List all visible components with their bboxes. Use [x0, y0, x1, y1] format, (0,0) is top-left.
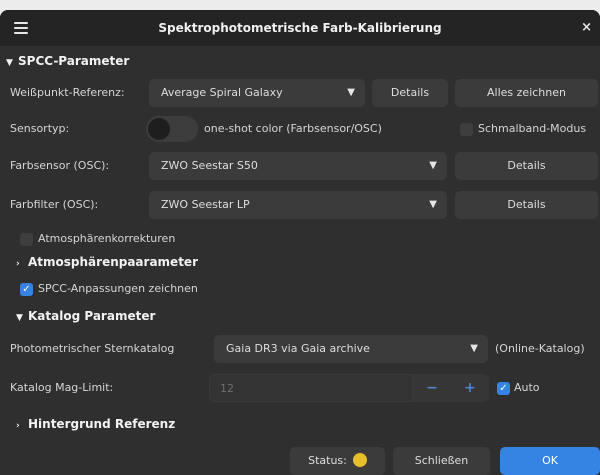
mag-limit-label: Katalog Mag-Limit:: [10, 381, 114, 394]
photometric-catalog-value: Gaia DR3 via Gaia archive: [226, 342, 370, 355]
spcc-parameter-section-header[interactable]: ▼ SPCC-Parameter: [6, 54, 129, 68]
status-button[interactable]: Status:: [290, 447, 385, 475]
color-filter-value: ZWO Seestar LP: [161, 198, 250, 211]
window-title: Spektrophotometrische Farb-Kalibrierung: [158, 21, 442, 35]
chevron-down-icon: ▼: [6, 58, 13, 68]
chevron-down-icon: ▼: [429, 160, 437, 171]
chevron-right-icon: ›: [16, 421, 20, 431]
mag-limit-input[interactable]: 12: [209, 374, 413, 402]
atmos-parameter-section-header[interactable]: › Atmosphärenpaarameter: [16, 255, 198, 269]
color-filter-dropdown[interactable]: ZWO Seestar LP ▼: [149, 191, 447, 219]
status-indicator-icon: [352, 453, 367, 467]
white-ref-label: Weißpunkt-Referenz:: [10, 86, 125, 99]
dialog-window: Spektrophotometrische Farb-Kalibrierung …: [0, 10, 600, 475]
sensor-type-value: one-shot color (Farbsensor/OSC): [204, 122, 382, 135]
photometric-catalog-dropdown[interactable]: Gaia DR3 via Gaia archive ▼: [214, 335, 488, 363]
white-ref-dropdown[interactable]: Average Spiral Galaxy ▼: [149, 79, 365, 107]
status-label: Status:: [308, 454, 347, 467]
auto-label: Auto: [514, 381, 540, 394]
auto-checkbox[interactable]: ✓: [497, 382, 510, 395]
close-icon[interactable]: ×: [581, 10, 592, 46]
toggle-knob: [148, 118, 170, 140]
online-catalog-note: (Online-Katalog): [495, 342, 585, 355]
chevron-down-icon: ▼: [347, 87, 355, 98]
chevron-right-icon: ›: [16, 259, 20, 269]
color-sensor-label: Farbsensor (OSC):: [10, 159, 110, 172]
sensor-type-label: Sensortyp:: [10, 122, 70, 135]
color-sensor-dropdown[interactable]: ZWO Seestar S50 ▼: [149, 152, 447, 180]
atmospheric-corrections-label: Atmosphärenkorrekturen: [38, 232, 176, 245]
close-button[interactable]: Schließen: [393, 447, 490, 475]
sensor-type-toggle[interactable]: [146, 116, 198, 142]
narrowband-mode-label: Schmalband-Modus: [478, 122, 587, 135]
photometric-catalog-label: Photometrischer Sternkatalog: [10, 342, 175, 355]
mag-limit-increment-button[interactable]: +: [451, 374, 489, 402]
catalog-parameter-section-header[interactable]: ▼ Katalog Parameter: [16, 309, 155, 323]
white-ref-value: Average Spiral Galaxy: [161, 86, 283, 99]
narrowband-mode-checkbox[interactable]: [460, 123, 473, 136]
atmos-section-title: Atmosphärenpaarameter: [28, 255, 198, 269]
plot-adjustments-checkbox[interactable]: ✓: [20, 283, 33, 296]
ok-button[interactable]: OK: [500, 447, 600, 475]
background-reference-section-header[interactable]: › Hintergrund Referenz: [16, 417, 175, 431]
color-sensor-value: ZWO Seestar S50: [161, 159, 258, 172]
plot-all-button[interactable]: Alles zeichnen: [455, 79, 598, 107]
atmospheric-corrections-checkbox[interactable]: [20, 233, 33, 246]
color-filter-label: Farbfilter (OSC):: [10, 198, 99, 211]
mag-limit-decrement-button[interactable]: −: [413, 374, 451, 402]
white-ref-details-button[interactable]: Details: [372, 79, 448, 107]
background-section-title: Hintergrund Referenz: [28, 417, 176, 431]
chevron-down-icon: ▼: [470, 343, 478, 354]
color-sensor-details-button[interactable]: Details: [455, 152, 598, 180]
chevron-down-icon: ▼: [429, 199, 437, 210]
catalog-section-title: Katalog Parameter: [28, 309, 156, 323]
plot-adjustments-label: SPCC-Anpassungen zeichnen: [38, 282, 198, 295]
chevron-down-icon: ▼: [16, 313, 23, 323]
color-filter-details-button[interactable]: Details: [455, 191, 598, 219]
spcc-section-title: SPCC-Parameter: [18, 54, 130, 68]
